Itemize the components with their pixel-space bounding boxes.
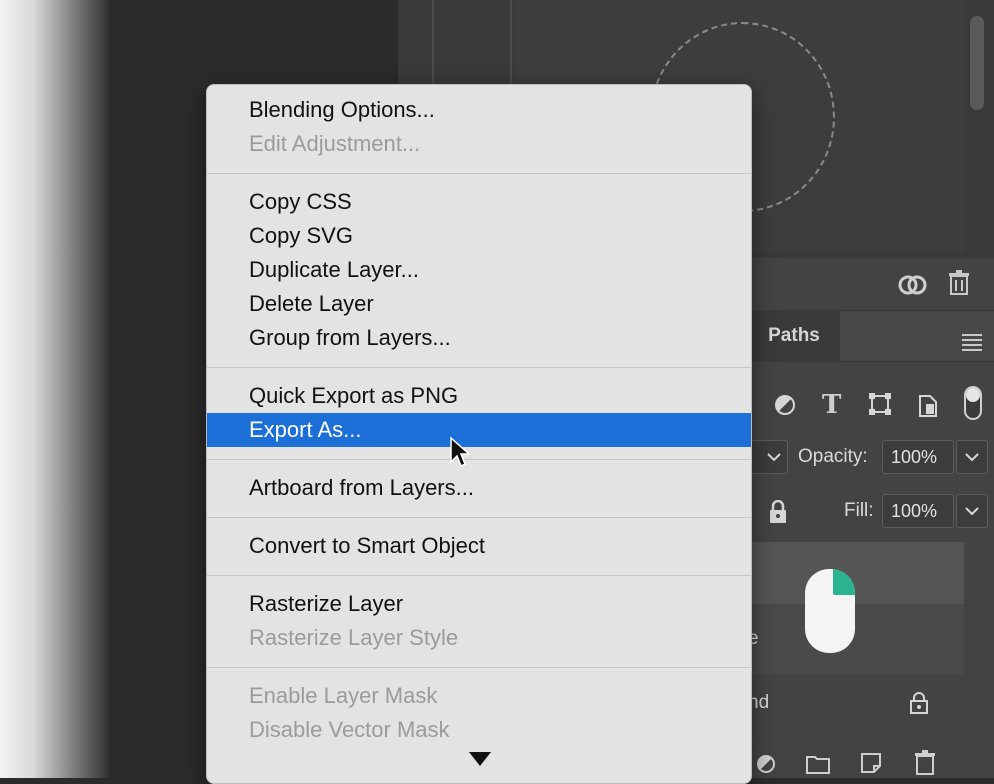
- smart-object-filter-icon[interactable]: [918, 392, 940, 422]
- menu-separator: [207, 173, 751, 174]
- opacity-dropdown-button[interactable]: [956, 440, 988, 474]
- menu-item-quick-export-png[interactable]: Quick Export as PNG: [207, 379, 751, 413]
- layer-thumbnail: [805, 569, 855, 653]
- menu-item-edit-adjustment: Edit Adjustment...: [249, 131, 421, 156]
- panel-menu-icon[interactable]: [962, 334, 982, 354]
- lock-icon: [910, 692, 928, 718]
- type-filter-icon[interactable]: T: [822, 392, 841, 418]
- menu-item-group-from-layers[interactable]: Group from Layers...: [207, 321, 751, 355]
- layer-row-selected[interactable]: [748, 542, 964, 604]
- menu-item-convert-smart-object[interactable]: Convert to Smart Object: [207, 529, 751, 563]
- filter-toggle[interactable]: [964, 386, 982, 420]
- shape-filter-icon[interactable]: [868, 392, 892, 420]
- creative-cloud-icon[interactable]: [896, 272, 930, 296]
- layer-row-background[interactable]: [748, 674, 964, 740]
- menu-item-rasterize-layer-style: Rasterize Layer Style: [249, 625, 459, 650]
- menu-separator: [207, 517, 751, 518]
- fill-dropdown-button[interactable]: [956, 494, 988, 528]
- trash-icon[interactable]: [948, 270, 970, 300]
- menu-item-disable-vector-mask: Disable Vector Mask: [249, 717, 450, 742]
- layer-row[interactable]: [748, 604, 964, 674]
- adjustment-layer-icon[interactable]: [756, 754, 776, 778]
- menu-separator: [207, 459, 751, 460]
- adjustment-filter-icon[interactable]: [774, 394, 796, 420]
- menu-separator: [207, 575, 751, 576]
- menu-separator: [207, 367, 751, 368]
- menu-item-delete-layer[interactable]: Delete Layer: [207, 287, 751, 321]
- opacity-input[interactable]: 100%: [882, 440, 954, 474]
- chevron-down-icon: [767, 453, 781, 462]
- blurred-edge: [0, 0, 110, 778]
- blend-mode-dropdown[interactable]: [748, 440, 788, 474]
- menu-item-copy-svg[interactable]: Copy SVG: [207, 219, 751, 253]
- menu-item-copy-css[interactable]: Copy CSS: [207, 185, 751, 219]
- new-layer-icon[interactable]: [860, 752, 882, 778]
- menu-item-artboard-from-layers[interactable]: Artboard from Layers...: [207, 471, 751, 505]
- trash-icon[interactable]: [914, 750, 936, 780]
- layers-bottom-toolbar: [748, 748, 994, 778]
- menu-item-duplicate-layer[interactable]: Duplicate Layer...: [207, 253, 751, 287]
- mouse-cursor-icon: [449, 436, 471, 473]
- layer-context-menu: Blending Options... Edit Adjustment... C…: [206, 84, 752, 784]
- chevron-down-icon: [965, 507, 979, 516]
- menu-item-rasterize-layer[interactable]: Rasterize Layer: [207, 587, 751, 621]
- fill-input[interactable]: 100%: [882, 494, 954, 528]
- layers-panel: Paths T Opacity: 100% Fill: 100% e nd: [748, 258, 994, 778]
- folder-icon[interactable]: [806, 754, 830, 778]
- menu-item-export-as[interactable]: Export As...: [207, 413, 751, 447]
- tab-paths[interactable]: Paths: [748, 310, 840, 362]
- menu-separator: [207, 667, 751, 668]
- fill-label: Fill:: [844, 500, 874, 521]
- vertical-scrollbar[interactable]: [970, 16, 984, 110]
- lock-icon[interactable]: [768, 499, 788, 528]
- scroll-down-arrow-icon[interactable]: [469, 752, 491, 766]
- opacity-label: Opacity:: [798, 446, 868, 467]
- menu-item-enable-layer-mask: Enable Layer Mask: [249, 683, 438, 708]
- menu-item-blending-options[interactable]: Blending Options...: [207, 93, 751, 127]
- chevron-down-icon: [965, 453, 979, 462]
